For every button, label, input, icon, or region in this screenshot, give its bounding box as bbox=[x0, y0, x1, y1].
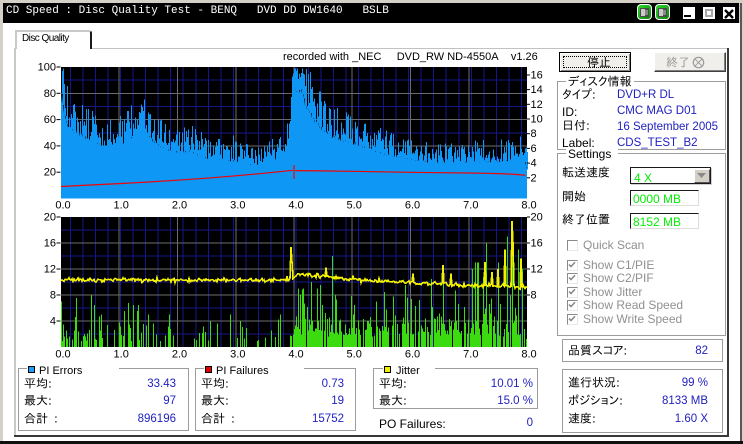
svg-text:8: 8 bbox=[531, 290, 537, 302]
svg-text:2.0: 2.0 bbox=[172, 349, 187, 361]
svg-text:8: 8 bbox=[50, 290, 56, 302]
svg-text:100: 100 bbox=[38, 62, 56, 74]
svg-text:16: 16 bbox=[531, 70, 543, 82]
svg-text:4: 4 bbox=[50, 316, 56, 328]
svg-text:2: 2 bbox=[531, 172, 537, 184]
svg-text:16: 16 bbox=[44, 238, 56, 250]
svg-text:5.0: 5.0 bbox=[347, 349, 362, 361]
svg-text:20: 20 bbox=[44, 167, 56, 179]
svg-text:6.0: 6.0 bbox=[405, 349, 420, 361]
svg-text:7.0: 7.0 bbox=[463, 349, 478, 361]
svg-text:3.0: 3.0 bbox=[230, 349, 245, 361]
svg-text:4: 4 bbox=[531, 158, 537, 170]
svg-text:80: 80 bbox=[44, 88, 56, 100]
svg-text:12: 12 bbox=[531, 99, 543, 111]
svg-text:6: 6 bbox=[531, 143, 537, 155]
svg-text:40: 40 bbox=[44, 140, 56, 152]
svg-text:4.0: 4.0 bbox=[288, 349, 303, 361]
svg-text:16: 16 bbox=[531, 238, 543, 250]
svg-text:20: 20 bbox=[44, 212, 56, 224]
svg-text:12: 12 bbox=[531, 264, 543, 276]
svg-text:60: 60 bbox=[44, 114, 56, 126]
svg-text:10: 10 bbox=[531, 114, 543, 126]
svg-text:1.0: 1.0 bbox=[114, 349, 129, 361]
svg-text:20: 20 bbox=[531, 212, 543, 224]
svg-text:14: 14 bbox=[531, 84, 543, 96]
svg-text:12: 12 bbox=[44, 264, 56, 276]
svg-text:8: 8 bbox=[531, 128, 537, 140]
svg-text:8.0: 8.0 bbox=[521, 349, 536, 361]
svg-text:0.0: 0.0 bbox=[55, 349, 70, 361]
